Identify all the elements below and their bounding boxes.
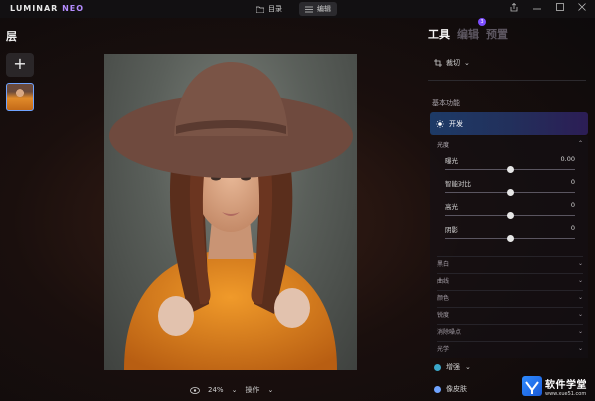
enhance-tool-row[interactable]: 增强 ⌄ bbox=[434, 362, 471, 372]
sliders-icon bbox=[305, 6, 313, 12]
layer-thumbnail[interactable] bbox=[6, 83, 34, 111]
sub-section-curves[interactable]: 曲线 ⌄ bbox=[437, 273, 583, 287]
portrait-image bbox=[109, 62, 353, 370]
slider-knob[interactable] bbox=[506, 212, 514, 219]
right-panel-tabs: 工具 编辑 预置 bbox=[428, 26, 508, 42]
edits-count-badge: 3 bbox=[478, 18, 486, 26]
smart-contrast-slider[interactable]: 智能对比 0 bbox=[445, 178, 575, 198]
chevron-down-icon: ⌄ bbox=[577, 277, 583, 284]
divider bbox=[428, 80, 586, 81]
light-group-header[interactable]: 光度 ⌃ bbox=[437, 140, 583, 149]
chevron-up-icon: ⌃ bbox=[577, 140, 583, 147]
crop-tool-row[interactable]: 裁切 ⌄ bbox=[434, 58, 470, 68]
maximize-icon[interactable] bbox=[556, 3, 564, 11]
chevron-down-icon[interactable]: ⌄ bbox=[232, 386, 238, 394]
sub-section-color[interactable]: 颜色 ⌄ bbox=[437, 290, 583, 304]
share-icon[interactable] bbox=[510, 3, 518, 12]
layers-title: 层 bbox=[6, 30, 17, 43]
nav-edit-button[interactable]: 编辑 bbox=[299, 2, 337, 16]
photo-canvas[interactable] bbox=[104, 54, 357, 370]
chevron-down-icon: ⌄ bbox=[465, 363, 471, 371]
actions-menu[interactable]: 操作 bbox=[245, 385, 259, 395]
watermark: 软件学堂 www.xue51.com bbox=[522, 372, 592, 400]
watermark-text: 软件学堂 bbox=[545, 379, 587, 391]
chevron-down-icon: ⌄ bbox=[577, 328, 583, 335]
essentials-section-label: 基本功能 bbox=[432, 99, 460, 107]
watermark-logo-icon bbox=[522, 376, 542, 396]
chevron-down-icon: ⌄ bbox=[577, 260, 583, 267]
portrait-tool-row[interactable]: 像皮肤 bbox=[434, 384, 467, 394]
develop-label: 开发 bbox=[449, 119, 463, 128]
crop-label: 裁切 bbox=[446, 59, 460, 67]
sun-icon bbox=[436, 119, 444, 128]
slider-knob[interactable] bbox=[506, 166, 514, 173]
watermark-url: www.xue51.com bbox=[545, 390, 587, 397]
folder-icon bbox=[256, 6, 264, 13]
minimize-icon[interactable] bbox=[533, 8, 541, 10]
crop-icon bbox=[434, 59, 442, 67]
sub-section-sharpness[interactable]: 锐度 ⌄ bbox=[437, 307, 583, 321]
shadows-slider[interactable]: 阴影 0 bbox=[445, 224, 575, 244]
highlights-slider[interactable]: 高光 0 bbox=[445, 201, 575, 221]
slider-knob[interactable] bbox=[506, 189, 514, 196]
tab-presets[interactable]: 预置 bbox=[486, 26, 508, 42]
chevron-down-icon: ⌄ bbox=[577, 345, 583, 352]
eye-icon[interactable] bbox=[190, 386, 200, 394]
canvas-bottom-bar: 24% ⌄ 操作 ⌄ bbox=[190, 384, 273, 396]
chevron-down-icon[interactable]: ⌄ bbox=[267, 386, 273, 394]
nav-catalog-button[interactable]: 目录 bbox=[250, 2, 288, 16]
chevron-down-icon: ⌄ bbox=[577, 311, 583, 318]
top-bar: LUMINAR NEO 目录 编辑 bbox=[0, 0, 595, 18]
close-icon[interactable] bbox=[578, 3, 586, 11]
sub-section-bw[interactable]: 黑白 ⌄ bbox=[437, 256, 583, 270]
exposure-slider[interactable]: 曝光 0.00 bbox=[445, 155, 575, 175]
tab-edits[interactable]: 编辑 bbox=[457, 26, 479, 42]
chevron-down-icon: ⌄ bbox=[577, 294, 583, 301]
sub-section-denoise[interactable]: 消除噪点 ⌄ bbox=[437, 324, 583, 338]
add-layer-button[interactable]: + bbox=[6, 53, 34, 77]
chevron-down-icon: ⌄ bbox=[464, 59, 470, 67]
zoom-level[interactable]: 24% bbox=[208, 386, 224, 394]
app-logo: LUMINAR NEO bbox=[10, 4, 85, 13]
sub-section-optics[interactable]: 光学 ⌄ bbox=[437, 341, 583, 355]
tab-tools[interactable]: 工具 bbox=[428, 26, 450, 42]
portrait-icon bbox=[434, 385, 441, 393]
slider-knob[interactable] bbox=[506, 235, 514, 242]
develop-tool-header[interactable]: 开发 bbox=[430, 112, 588, 135]
enhance-icon bbox=[434, 363, 441, 371]
